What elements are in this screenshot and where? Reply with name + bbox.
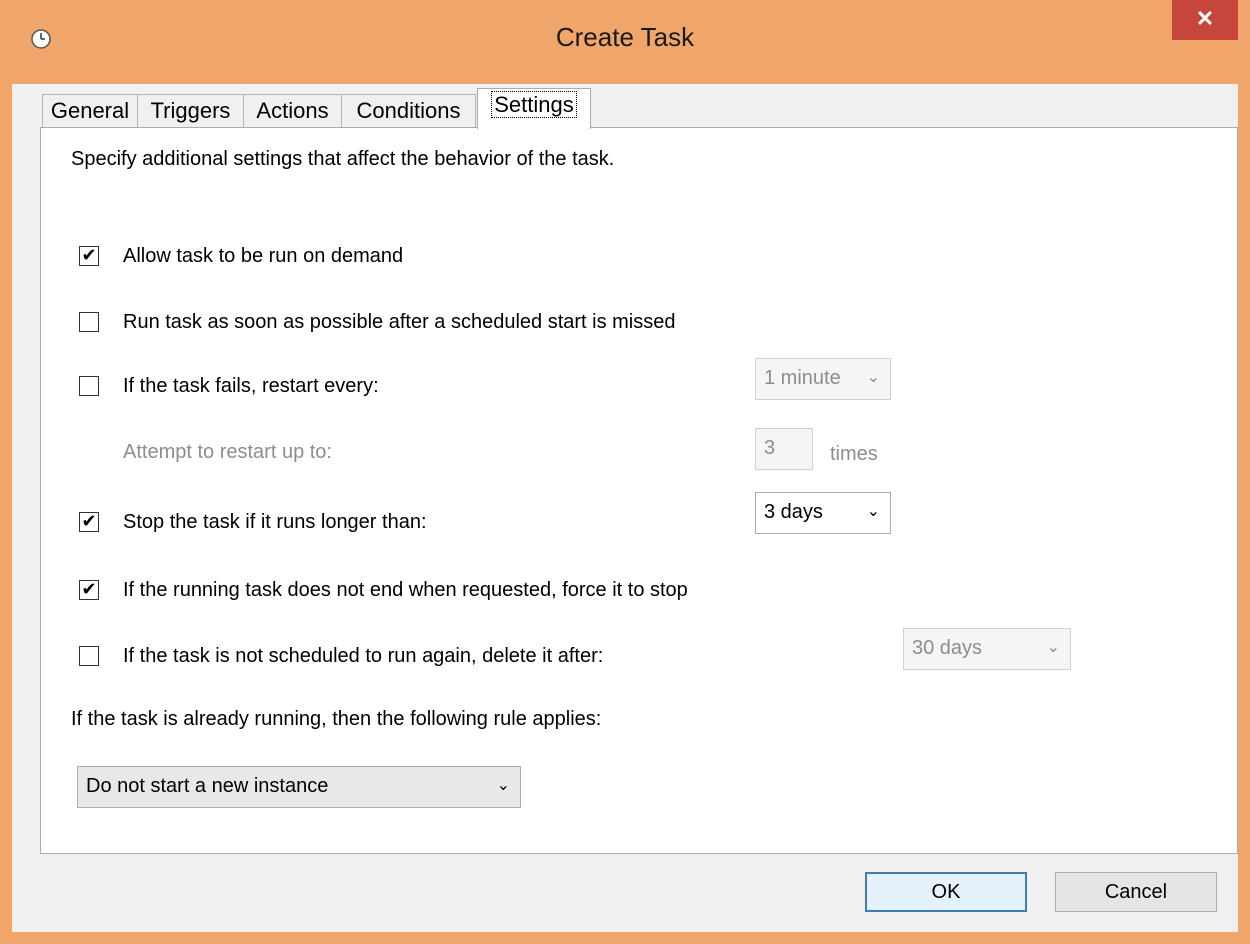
attempt-restart-count-value: 3 — [764, 437, 776, 459]
settings-description: Specify additional settings that affect … — [71, 148, 615, 170]
tab-label: General — [50, 98, 130, 123]
tab-label: Settings — [491, 91, 577, 118]
restart-interval-value: 1 minute — [764, 367, 841, 389]
dialog-client: General Triggers Actions Conditions Sett… — [12, 84, 1238, 932]
close-button[interactable]: ✕ — [1172, 0, 1238, 40]
check-icon: ✔ — [81, 579, 97, 599]
force-stop-checkbox[interactable]: ✔ — [79, 580, 99, 600]
chevron-down-icon: ⌄ — [866, 503, 880, 520]
tab-triggers[interactable]: Triggers — [137, 94, 244, 128]
close-icon: ✕ — [1195, 6, 1215, 31]
stop-duration-dropdown[interactable]: 3 days ⌄ — [755, 492, 891, 534]
cancel-button[interactable]: Cancel — [1055, 872, 1217, 912]
restart-interval-dropdown[interactable]: 1 minute ⌄ — [755, 358, 891, 400]
tab-actions[interactable]: Actions — [243, 94, 342, 128]
run-asap-checkbox[interactable] — [79, 312, 99, 332]
settings-panel: Specify additional settings that affect … — [40, 127, 1238, 854]
check-icon: ✔ — [81, 245, 97, 265]
window-title: Create Task — [555, 22, 695, 52]
tab-label: Actions — [256, 98, 329, 123]
restart-every-checkbox[interactable] — [79, 376, 99, 396]
tab-settings[interactable]: Settings — [477, 88, 591, 129]
delete-after-checkbox[interactable] — [79, 646, 99, 666]
stop-if-longer-checkbox[interactable]: ✔ — [79, 512, 99, 532]
run-asap-label[interactable]: Run task as soon as possible after a sch… — [123, 311, 676, 334]
running-rule-label: If the task is already running, then the… — [71, 708, 602, 730]
ok-button[interactable]: OK — [865, 872, 1027, 912]
allow-on-demand-label[interactable]: Allow task to be run on demand — [123, 245, 403, 268]
chevron-down-icon: ⌄ — [866, 369, 880, 386]
delete-after-value: 30 days — [912, 637, 983, 659]
stop-duration-value: 3 days — [764, 501, 823, 523]
tab-label: Triggers — [150, 98, 231, 123]
chevron-down-icon: ⌄ — [1046, 639, 1060, 656]
attempt-restart-suffix: times — [830, 443, 878, 465]
restart-every-label[interactable]: If the task fails, restart every: — [123, 375, 379, 398]
tab-conditions[interactable]: Conditions — [341, 94, 476, 128]
running-rule-dropdown[interactable]: Do not start a new instance ⌄ — [77, 766, 521, 808]
stop-if-longer-label[interactable]: Stop the task if it runs longer than: — [123, 511, 427, 534]
delete-after-label[interactable]: If the task is not scheduled to run agai… — [123, 645, 603, 668]
create-task-window: Create Task ✕ General Triggers Actions C… — [0, 0, 1250, 944]
ok-label: OK — [931, 881, 961, 903]
chevron-down-icon: ⌄ — [496, 777, 510, 794]
check-icon: ✔ — [81, 511, 97, 531]
cancel-label: Cancel — [1104, 881, 1168, 903]
delete-after-dropdown[interactable]: 30 days ⌄ — [903, 628, 1071, 670]
tab-label: Conditions — [356, 98, 461, 123]
allow-on-demand-checkbox[interactable]: ✔ — [79, 246, 99, 266]
tab-general[interactable]: General — [42, 94, 138, 128]
attempt-restart-label: Attempt to restart up to: — [123, 441, 332, 463]
attempt-restart-count-field[interactable]: 3 — [755, 428, 813, 470]
running-rule-value: Do not start a new instance — [86, 775, 329, 797]
title-bar[interactable]: Create Task ✕ — [0, 0, 1250, 84]
force-stop-label[interactable]: If the running task does not end when re… — [123, 579, 688, 602]
